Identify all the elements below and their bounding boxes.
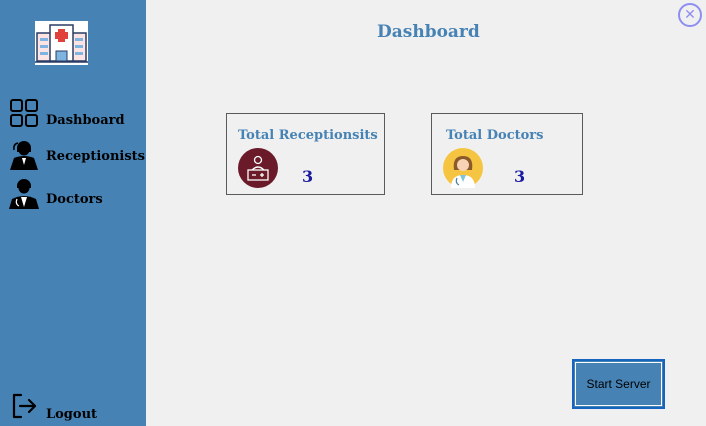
sidebar: Dashboard Receptionists Doctors Logout [0,0,146,426]
sidebar-item-doctors[interactable]: Doctors [8,177,103,209]
doctors-count: 3 [514,167,526,186]
sidebar-item-label: Dashboard [46,112,125,128]
start-server-label: Start Server [586,377,651,391]
close-icon: ✕ [684,7,696,23]
doctor-icon [8,177,40,209]
sidebar-item-receptionists[interactable]: Receptionists [8,138,145,170]
page-title: Dashboard [377,22,480,42]
female-doctor-icon [443,148,483,188]
card-title: Total Doctors [446,128,544,143]
reception-desk-icon [238,148,278,188]
sidebar-item-dashboard[interactable]: Dashboard [8,97,125,129]
grid-icon [8,97,40,129]
sidebar-item-label: Logout [46,407,98,422]
sidebar-item-logout[interactable]: Logout [8,389,97,422]
card-title: Total Receptionsits [238,128,378,143]
receptionist-icon [8,138,40,170]
start-server-button[interactable]: Start Server [572,359,665,409]
hospital-logo-icon [35,21,88,65]
sidebar-item-label: Doctors [46,191,103,207]
close-button[interactable]: ✕ [678,3,702,27]
receptionists-count: 3 [302,167,314,186]
total-doctors-card: Total Doctors 3 [431,113,583,195]
logout-icon [8,390,40,422]
total-receptionists-card: Total Receptionsits 3 [226,113,385,195]
sidebar-item-label: Receptionists [46,149,145,164]
